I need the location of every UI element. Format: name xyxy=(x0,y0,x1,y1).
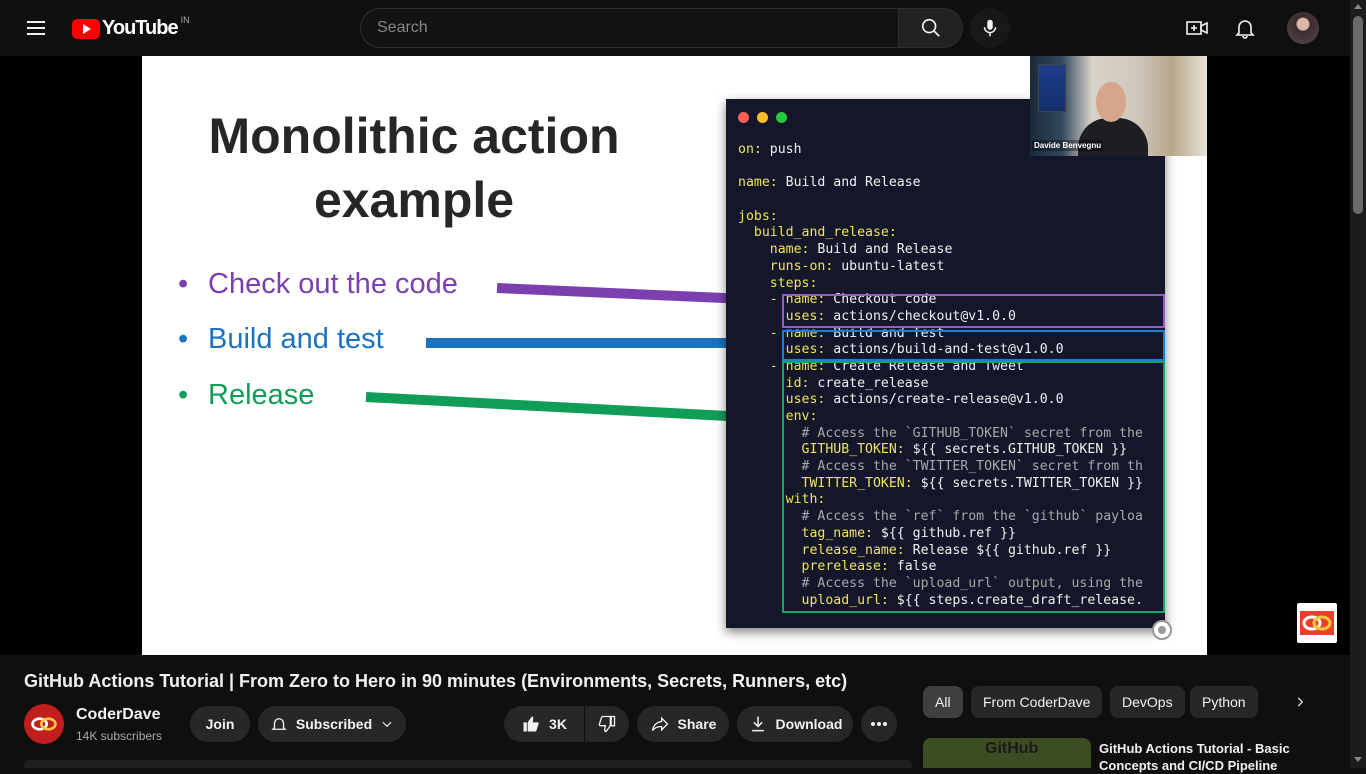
thumbs-down-icon xyxy=(597,714,617,734)
like-count: 3K xyxy=(549,716,567,732)
logo-text: YouTube xyxy=(102,17,179,39)
search-input[interactable]: Search xyxy=(360,8,899,48)
scrollbar-thumb[interactable] xyxy=(1353,16,1363,214)
youtube-logo[interactable]: YouTube IN xyxy=(72,14,190,40)
scroll-down-arrow-icon[interactable] xyxy=(1354,757,1362,762)
wall-poster xyxy=(1038,64,1066,112)
code-line: steps: xyxy=(738,275,818,291)
account-avatar[interactable] xyxy=(1287,12,1319,44)
share-icon xyxy=(650,714,670,734)
minimize-dot-icon xyxy=(757,112,768,123)
code-line: name: Build and Release xyxy=(738,175,921,191)
highlight-release xyxy=(782,361,1165,613)
arrow-purple xyxy=(496,283,764,310)
arrow-blue xyxy=(426,332,772,354)
like-button[interactable]: 3K xyxy=(504,706,584,742)
top-bar: YouTube IN Search xyxy=(0,0,1350,56)
create-button[interactable] xyxy=(1181,12,1213,44)
subscribed-label: Subscribed xyxy=(295,716,373,732)
chip-from-coderdave[interactable]: From CoderDave xyxy=(971,686,1103,718)
page-scrollbar[interactable] xyxy=(1350,0,1366,768)
channel-avatar[interactable] xyxy=(24,704,64,744)
download-icon xyxy=(748,714,768,734)
country-code: IN xyxy=(180,14,190,25)
code-line: jobs: xyxy=(738,208,778,224)
code-line: build_and_release: xyxy=(738,225,897,241)
presentation-slide: Monolithic action example • Check out the… xyxy=(142,56,1207,655)
subscriber-count: 14K subscribers xyxy=(76,729,163,743)
window-controls xyxy=(738,112,787,123)
thumbnail-text: GitHub xyxy=(985,740,1039,757)
coderdave-logo-icon xyxy=(1300,611,1334,635)
thumbs-up-icon xyxy=(521,714,541,734)
more-actions-button[interactable] xyxy=(861,706,897,742)
notifications-button[interactable] xyxy=(1229,12,1261,44)
arrow-green xyxy=(365,392,764,428)
share-button[interactable]: Share xyxy=(637,706,729,742)
chip-devops[interactable]: DevOps xyxy=(1110,686,1185,718)
subscribed-button[interactable]: Subscribed xyxy=(258,706,406,742)
dislike-button[interactable] xyxy=(585,706,629,742)
create-video-icon xyxy=(1186,21,1208,35)
maximize-dot-icon xyxy=(776,112,787,123)
microphone-icon xyxy=(983,19,997,37)
code-line: name: Build and Release xyxy=(738,242,953,258)
chip-all[interactable]: All xyxy=(923,686,963,718)
download-label: Download xyxy=(775,716,843,732)
code-window: on: push name: Build and Release jobs: b… xyxy=(726,99,1165,628)
video-title: GitHub Actions Tutorial | From Zero to H… xyxy=(24,671,848,691)
join-label: Join xyxy=(205,716,235,732)
coderdave-avatar-icon xyxy=(31,717,57,731)
channel-watermark[interactable] xyxy=(1297,603,1337,643)
download-button[interactable]: Download xyxy=(737,706,853,742)
github-logo-icon xyxy=(1152,620,1172,640)
chevron-down-icon xyxy=(380,717,394,731)
more-horizontal-icon xyxy=(870,721,888,727)
search-button[interactable] xyxy=(899,8,963,48)
scroll-up-arrow-icon[interactable] xyxy=(1354,4,1362,9)
recommended-video-title[interactable]: GitHub Actions Tutorial - Basic Concepts… xyxy=(1099,740,1299,774)
code-line: runs-on: ubuntu-latest xyxy=(738,258,945,274)
video-player[interactable]: Monolithic action example • Check out the… xyxy=(0,56,1350,655)
join-button[interactable]: Join xyxy=(190,706,250,742)
highlight-build-test xyxy=(782,330,1165,361)
search-bar: Search xyxy=(360,8,963,48)
bell-icon xyxy=(1235,20,1255,39)
highlight-checkout xyxy=(782,294,1165,328)
bell-icon xyxy=(270,715,288,733)
presenter-head xyxy=(1096,82,1126,122)
voice-search-button[interactable] xyxy=(970,8,1010,48)
youtube-play-icon xyxy=(72,18,100,39)
menu-icon[interactable] xyxy=(24,17,48,39)
channel-name[interactable]: CoderDave xyxy=(76,706,160,724)
chevron-right-icon[interactable] xyxy=(1290,692,1310,712)
recommended-video-thumbnail[interactable]: GitHub xyxy=(923,738,1091,768)
chip-python[interactable]: Python xyxy=(1190,686,1258,718)
search-icon xyxy=(921,18,940,37)
share-label: Share xyxy=(677,716,717,732)
comments-section-edge xyxy=(24,760,912,768)
presenter-webcam: Davide Benvegnu xyxy=(1030,56,1207,156)
presenter-name: Davide Benvegnu xyxy=(1032,140,1104,151)
close-dot-icon xyxy=(738,112,749,123)
